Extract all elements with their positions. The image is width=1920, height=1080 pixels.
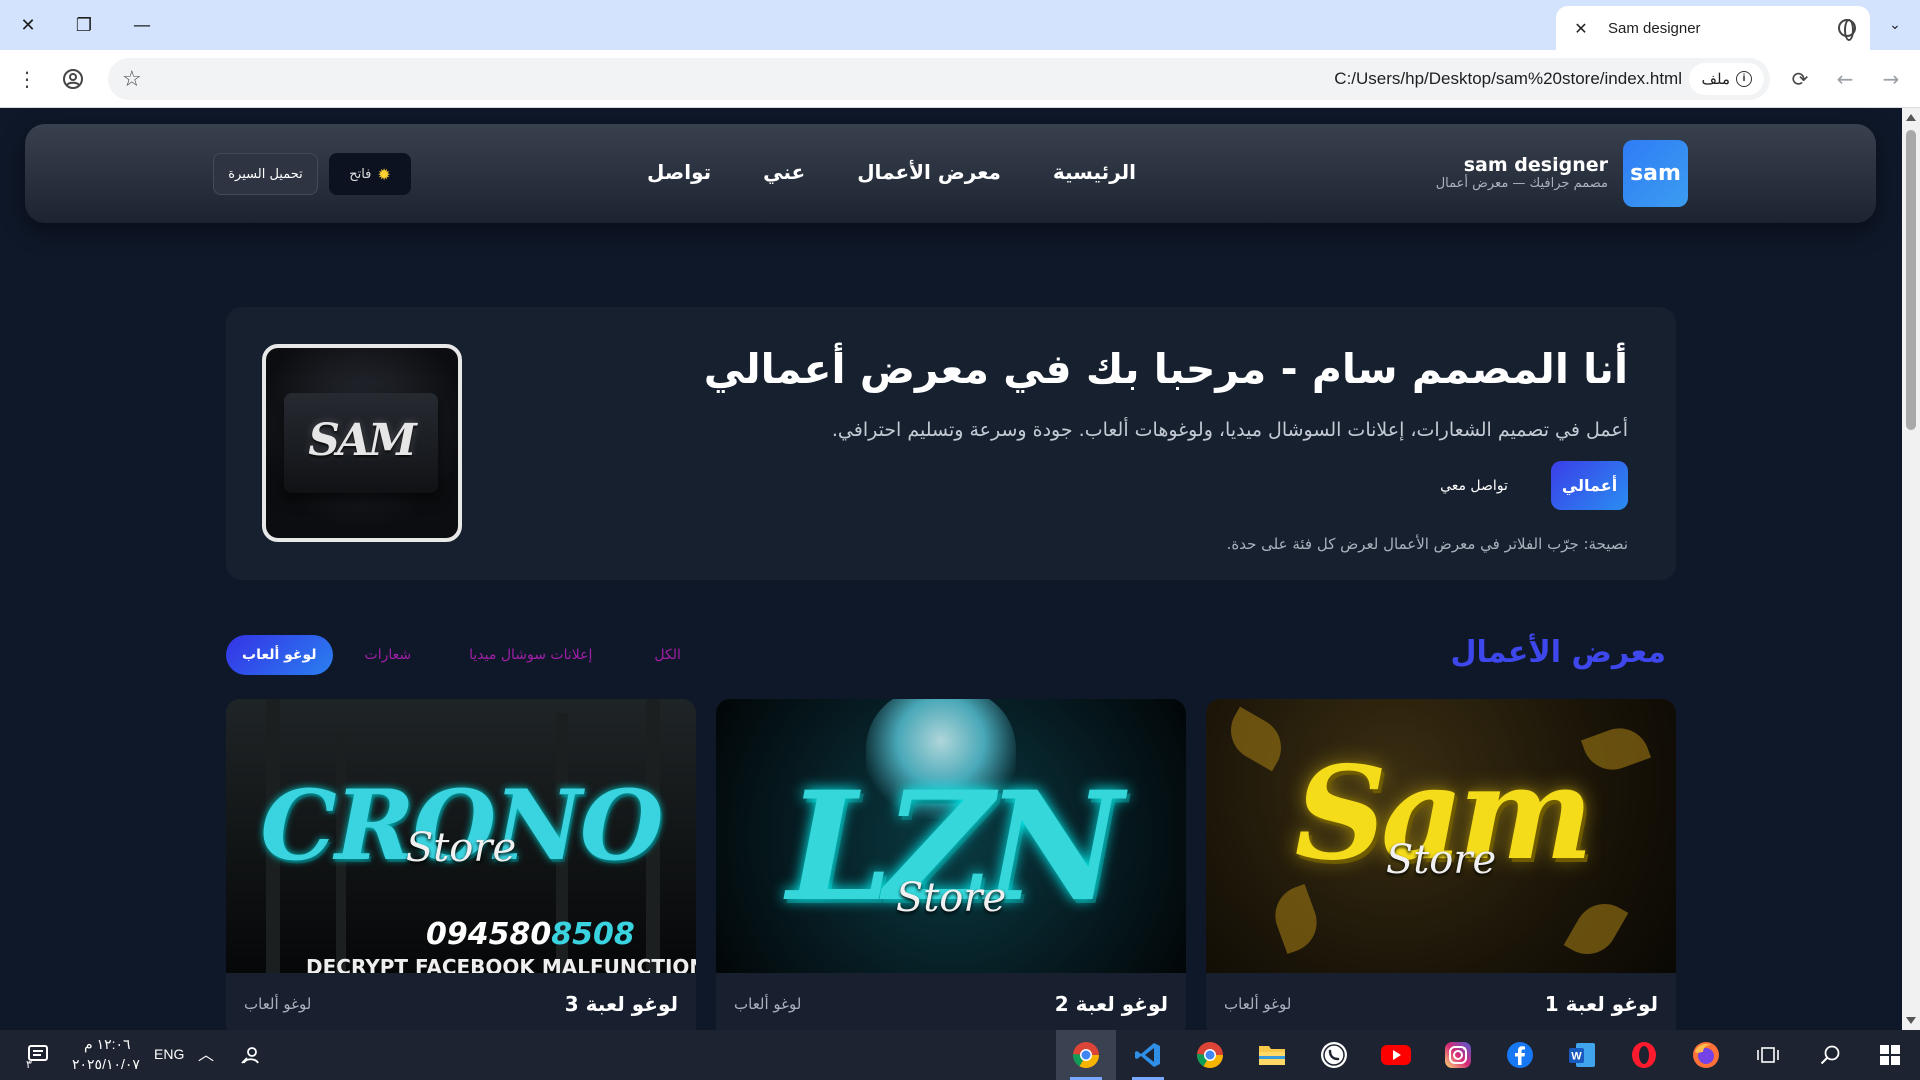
scroll-up-arrow-icon[interactable] — [1906, 114, 1916, 121]
window-restore-icon[interactable]: ❐ — [66, 10, 102, 40]
brand-name: sam designer — [1463, 154, 1608, 176]
hero-title: أنا المصمم سام - مرحبا بك في معرض أعمالي — [703, 345, 1628, 393]
tray-chevron-up-icon[interactable]: ︿ — [188, 1037, 224, 1073]
file-explorer-icon[interactable] — [1254, 1037, 1290, 1073]
phone-number-art: 0945808508 — [426, 917, 635, 952]
theme-toggle-label: فاتح — [349, 166, 372, 182]
vscode-icon[interactable] — [1130, 1037, 1166, 1073]
portfolio-grid: Sam Store لوغو لعبة 1 لوغو ألعاب LZN Sto… — [226, 699, 1676, 1030]
filter-logos[interactable]: شعارات — [345, 635, 432, 675]
window-close-icon[interactable]: ✕ — [10, 10, 46, 40]
chrome-profile-icon[interactable] — [1192, 1037, 1228, 1073]
clock-date[interactable]: ٢٠٢٥/١٠/٠٧ — [72, 1056, 140, 1073]
portfolio-card[interactable]: LZN Store لوغو لعبة 2 لوغو ألعاب — [716, 699, 1186, 1030]
youtube-icon[interactable] — [1378, 1037, 1414, 1073]
nav-portfolio[interactable]: معرض الأعمال — [857, 160, 1001, 184]
store-art-text: Store — [895, 875, 1007, 921]
download-cv-button[interactable]: تحميل السيرة — [213, 153, 318, 195]
hero-section: أنا المصمم سام - مرحبا بك في معرض أعمالي… — [226, 307, 1676, 580]
store-art-text: Store — [405, 825, 517, 871]
forward-arrow-icon[interactable]: → — [1876, 64, 1906, 94]
browser-tab-strip: ✕ ❐ — + Sam designer ✕ ⌄ — [0, 0, 1920, 50]
hero-tip: نصيحة: جرّب الفلاتر في معرض الأعمال لعرض… — [1226, 535, 1628, 553]
nav-home[interactable]: الرئيسية — [1053, 160, 1136, 184]
logo-plate: SAM — [284, 393, 438, 493]
nav-about[interactable]: عني — [763, 160, 805, 184]
profile-icon[interactable] — [58, 64, 88, 94]
phone-part-b: 80 — [509, 917, 552, 952]
svg-text:W: W — [1571, 1051, 1582, 1063]
main-nav: الرئيسية معرض الأعمال عني تواصل — [647, 160, 1136, 184]
portfolio-title: معرض الأعمال — [1450, 635, 1667, 670]
info-icon: i — [1736, 71, 1752, 87]
card-image-crono-logo: CRONO Store 0945808508 DECRYPT FACEBOOK … — [226, 699, 696, 973]
tab-title: Sam designer — [1608, 19, 1701, 37]
url-text[interactable]: C:/Users/hp/Desktop/sam%20store/index.ht… — [1334, 69, 1682, 89]
people-icon[interactable] — [232, 1037, 268, 1073]
brand-block: sam designer مصمم جرافيك — معرض أعمال — [1436, 154, 1608, 192]
filter-game-logos[interactable]: لوغو ألعاب — [226, 635, 333, 675]
theme-toggle-button[interactable]: ✹ فاتح — [329, 153, 411, 195]
whatsapp-icon[interactable] — [1316, 1037, 1352, 1073]
tab-search-chevron-icon[interactable]: ⌄ — [1880, 10, 1910, 40]
sun-icon: ✹ — [377, 164, 391, 184]
windows-start-icon[interactable] — [1872, 1037, 1908, 1073]
card-title: لوغو لعبة 1 — [1544, 992, 1658, 1016]
page-viewport: sam sam designer مصمم جرافيك — معرض أعما… — [0, 108, 1902, 1030]
store-art-text: Store — [1385, 837, 1497, 883]
my-works-button[interactable]: أعمالي — [1551, 461, 1628, 510]
bookmark-star-icon[interactable]: ☆ — [122, 67, 142, 92]
facebook-icon[interactable] — [1502, 1037, 1538, 1073]
card-image-lzn-logo: LZN Store — [716, 699, 1186, 973]
card-title: لوغو لعبة 3 — [564, 992, 678, 1016]
brand-subtitle: مصمم جرافيك — معرض أعمال — [1435, 176, 1608, 191]
address-bar[interactable]: ☆ C:/Users/hp/Desktop/sam%20store/index.… — [108, 58, 1770, 100]
window-minimize-icon[interactable]: — — [124, 10, 160, 40]
card-category: لوغو ألعاب — [244, 995, 312, 1013]
contact-me-button[interactable]: تواصل معي — [1424, 461, 1524, 510]
phone-part-a: 0945 — [426, 917, 510, 952]
nav-contact[interactable]: تواصل — [647, 160, 711, 184]
filter-all[interactable]: الكل — [634, 635, 701, 675]
back-arrow-icon[interactable]: ← — [1830, 64, 1860, 94]
page-scrollbar[interactable] — [1902, 108, 1920, 1030]
portfolio-card[interactable]: CRONO Store 0945808508 DECRYPT FACEBOOK … — [226, 699, 696, 1030]
reload-icon[interactable]: ⟳ — [1785, 64, 1815, 94]
crono-footer-text: DECRYPT FACEBOOK MALFUNCTIONS — [306, 955, 696, 973]
clock-time[interactable]: ١٢:٠٦ م — [84, 1036, 131, 1053]
chrome-icon[interactable] — [1068, 1037, 1104, 1073]
brand-logo[interactable]: sam — [1623, 140, 1688, 207]
card-category: لوغو ألعاب — [1224, 995, 1292, 1013]
scroll-thumb[interactable] — [1906, 130, 1916, 430]
scroll-down-arrow-icon[interactable] — [1906, 1017, 1916, 1024]
site-info-label: ملف — [1701, 71, 1730, 88]
portfolio-filters: لوغو ألعاب شعارات إعلانات سوشال ميديا ال… — [226, 635, 701, 675]
hero-subtitle: أعمل في تصميم الشعارات، إعلانات السوشال … — [831, 419, 1628, 441]
globe-icon — [1838, 19, 1856, 41]
card-title: لوغو لعبة 2 — [1054, 992, 1168, 1016]
os-taskbar: ٣ ١٢:٠٦ م ٢٠٢٥/١٠/٠٧ ENG ︿ W — [0, 1030, 1920, 1080]
filter-social-ads[interactable]: إعلانات سوشال ميديا — [449, 635, 612, 675]
instagram-icon[interactable] — [1440, 1037, 1476, 1073]
opera-icon[interactable] — [1626, 1037, 1662, 1073]
phone-part-c: 8508 — [551, 917, 635, 952]
portfolio-card[interactable]: Sam Store لوغو لعبة 1 لوغو ألعاب — [1206, 699, 1676, 1030]
card-image-sam-logo: Sam Store — [1206, 699, 1676, 973]
browser-toolbar: ⋮ ☆ C:/Users/hp/Desktop/sam%20store/inde… — [0, 50, 1920, 108]
search-icon[interactable] — [1812, 1037, 1848, 1073]
menu-kebab-icon[interactable]: ⋮ — [12, 64, 42, 94]
sam-logo-art: SAM — [308, 415, 417, 466]
language-indicator[interactable]: ENG — [154, 1046, 184, 1062]
site-info-chip[interactable]: i ملف — [1689, 63, 1764, 95]
task-view-icon[interactable] — [1750, 1037, 1786, 1073]
tab-close-icon[interactable]: ✕ — [1570, 19, 1592, 38]
designer-logo-image: SAM — [262, 344, 462, 542]
notification-count: ٣ — [26, 1059, 32, 1071]
site-header: sam sam designer مصمم جرافيك — معرض أعما… — [25, 124, 1876, 223]
browser-tab[interactable]: Sam designer ✕ — [1556, 6, 1870, 50]
firefox-icon[interactable] — [1688, 1037, 1724, 1073]
card-category: لوغو ألعاب — [734, 995, 802, 1013]
word-icon[interactable]: W — [1564, 1037, 1600, 1073]
